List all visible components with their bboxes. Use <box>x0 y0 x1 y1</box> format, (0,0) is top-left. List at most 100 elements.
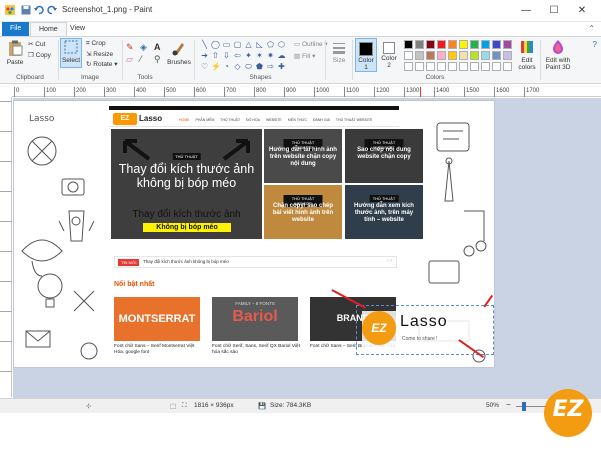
text-tool-icon[interactable]: A <box>154 42 161 52</box>
shape-tool-icon[interactable]: ╲ <box>200 40 209 49</box>
article-tile-title: Hướng dẫn tải hình ảnh trên website chặn… <box>269 147 337 167</box>
palette-swatch[interactable] <box>503 51 512 60</box>
collapse-ribbon-icon[interactable]: ⌃ <box>588 24 595 33</box>
paint3d-button[interactable]: Edit with Paint 3D <box>543 39 573 71</box>
palette-swatch[interactable] <box>448 40 457 49</box>
brushes-button[interactable]: Brushes <box>167 39 191 66</box>
canvas-area[interactable]: Lasso EZ Lasso HOME PHẦN MỀM THỦ THUẬT ĐỒ H… <box>13 98 601 398</box>
color2-swatch <box>383 42 395 54</box>
shape-tool-icon[interactable]: ◺ <box>255 40 264 49</box>
shape-tool-icon[interactable]: ✦ <box>244 51 253 60</box>
rotate-button[interactable]: ↻ Rotate ▾ <box>86 60 118 68</box>
custom-swatch[interactable] <box>426 62 435 71</box>
palette-swatch[interactable] <box>415 40 424 49</box>
shape-tool-icon[interactable]: △ <box>244 40 253 49</box>
shape-tool-icon[interactable]: ⬟ <box>255 62 264 71</box>
fill-bucket-icon[interactable]: ◈ <box>140 42 147 53</box>
site-nav-item: THỦ THUẬT <box>220 118 241 122</box>
pencil-icon[interactable]: ✎ <box>126 42 134 53</box>
palette-swatch[interactable] <box>492 40 501 49</box>
magnifier-icon[interactable]: ⚲ <box>154 54 161 65</box>
shape-tool-icon[interactable]: ⇩ <box>222 51 231 60</box>
help-icon[interactable]: ? <box>593 40 597 49</box>
custom-swatch[interactable] <box>459 62 468 71</box>
shape-tool-icon[interactable]: ⇨ <box>266 62 275 71</box>
paste-button[interactable]: Paste <box>4 39 26 66</box>
eraser-icon[interactable]: ▱ <box>126 54 133 65</box>
ruler-tick-label: 1400 <box>436 88 450 94</box>
shape-tool-icon[interactable]: ⬭ <box>244 62 253 71</box>
custom-swatch[interactable] <box>437 62 446 71</box>
copy-button[interactable]: ❐ Copy <box>28 51 51 59</box>
selection-rectangle[interactable] <box>356 305 494 355</box>
tab-file[interactable]: File <box>2 22 30 36</box>
palette-swatch[interactable] <box>415 51 424 60</box>
close-button[interactable]: ✕ <box>568 0 596 22</box>
fill-button[interactable]: ▨ Fill ▾ <box>294 52 315 60</box>
cut-button[interactable]: ✂ Cut <box>28 40 45 48</box>
palette-swatch[interactable] <box>481 40 490 49</box>
shape-tool-icon[interactable]: ▭ <box>222 40 231 49</box>
shape-tool-icon[interactable]: ⇦ <box>233 51 242 60</box>
ruler-tick <box>0 371 12 372</box>
custom-swatch[interactable] <box>492 62 501 71</box>
color2-button[interactable]: Color 2 <box>379 38 399 69</box>
shape-tool-icon[interactable]: ◔ <box>222 62 231 71</box>
palette-swatch[interactable] <box>404 40 413 49</box>
resize-button[interactable]: ⇲ Resize <box>86 50 113 58</box>
shape-tool-icon[interactable]: ✚ <box>277 62 286 71</box>
save-icon[interactable] <box>20 4 32 16</box>
minimize-button[interactable]: — <box>512 0 540 22</box>
shape-tool-icon[interactable]: ◯ <box>211 40 220 49</box>
palette-swatch[interactable] <box>503 40 512 49</box>
image-canvas[interactable]: Lasso EZ Lasso HOME PHẦN MỀM THỦ THUẬT ĐỒ H… <box>13 100 495 368</box>
ruler-tick <box>464 87 465 97</box>
color1-button[interactable]: Color 1 <box>355 38 377 72</box>
shape-tool-icon[interactable]: ⚡ <box>211 62 221 71</box>
palette-swatch[interactable] <box>437 40 446 49</box>
edit-colors-button[interactable]: Edit colors <box>516 39 538 71</box>
shape-tool-icon[interactable]: ⇧ <box>211 51 220 60</box>
shape-tool-icon[interactable]: ✷ <box>266 51 275 60</box>
palette-swatch[interactable] <box>459 40 468 49</box>
palette-swatch[interactable] <box>426 51 435 60</box>
ruler-tick <box>344 87 345 97</box>
palette-swatch[interactable] <box>492 51 501 60</box>
select-button[interactable]: Select <box>60 38 82 68</box>
palette-swatch[interactable] <box>470 40 479 49</box>
palette-swatch[interactable] <box>426 40 435 49</box>
zoom-out-button[interactable]: − <box>506 400 511 409</box>
redo-icon[interactable] <box>46 4 58 16</box>
palette-swatch[interactable] <box>481 51 490 60</box>
palette-swatch[interactable] <box>437 51 446 60</box>
palette-swatch[interactable] <box>404 51 413 60</box>
palette-swatch[interactable] <box>470 51 479 60</box>
shape-tool-icon[interactable]: ◇ <box>233 62 242 71</box>
group-tools: Tools <box>137 74 153 81</box>
shape-tool-icon[interactable]: ⬡ <box>277 40 286 49</box>
shape-tool-icon[interactable]: ▢ <box>233 40 242 49</box>
shape-tool-icon[interactable]: ♡ <box>200 62 209 71</box>
color-picker-icon[interactable]: ⁄ <box>140 54 142 64</box>
shape-tool-icon[interactable]: ☁ <box>277 51 286 60</box>
custom-swatch[interactable] <box>481 62 490 71</box>
custom-swatch[interactable] <box>415 62 424 71</box>
size-button[interactable]: Size <box>328 41 350 64</box>
undo-icon[interactable] <box>33 4 45 16</box>
palette-swatch[interactable] <box>448 51 457 60</box>
tab-view[interactable]: View <box>62 22 93 36</box>
shape-tool-icon[interactable]: ⬠ <box>266 40 275 49</box>
maximize-button[interactable]: ☐ <box>540 0 568 22</box>
custom-swatch[interactable] <box>448 62 457 71</box>
palette-swatch[interactable] <box>459 51 468 60</box>
custom-swatch[interactable] <box>470 62 479 71</box>
shape-tool-icon[interactable]: ✶ <box>255 51 264 60</box>
custom-swatch[interactable] <box>503 62 512 71</box>
crop-button[interactable]: ⌗ Crop <box>86 40 106 48</box>
zoom-slider-thumb[interactable] <box>522 402 526 411</box>
outline-button[interactable]: ▭ Outline ▾ <box>294 40 328 48</box>
custom-swatch[interactable] <box>404 62 413 71</box>
shape-tool-icon[interactable]: ➔ <box>200 51 209 60</box>
ruler-tick <box>0 311 12 312</box>
hero-title: Thay đổi kích thước ảnh không bị bóp méo <box>118 162 255 190</box>
